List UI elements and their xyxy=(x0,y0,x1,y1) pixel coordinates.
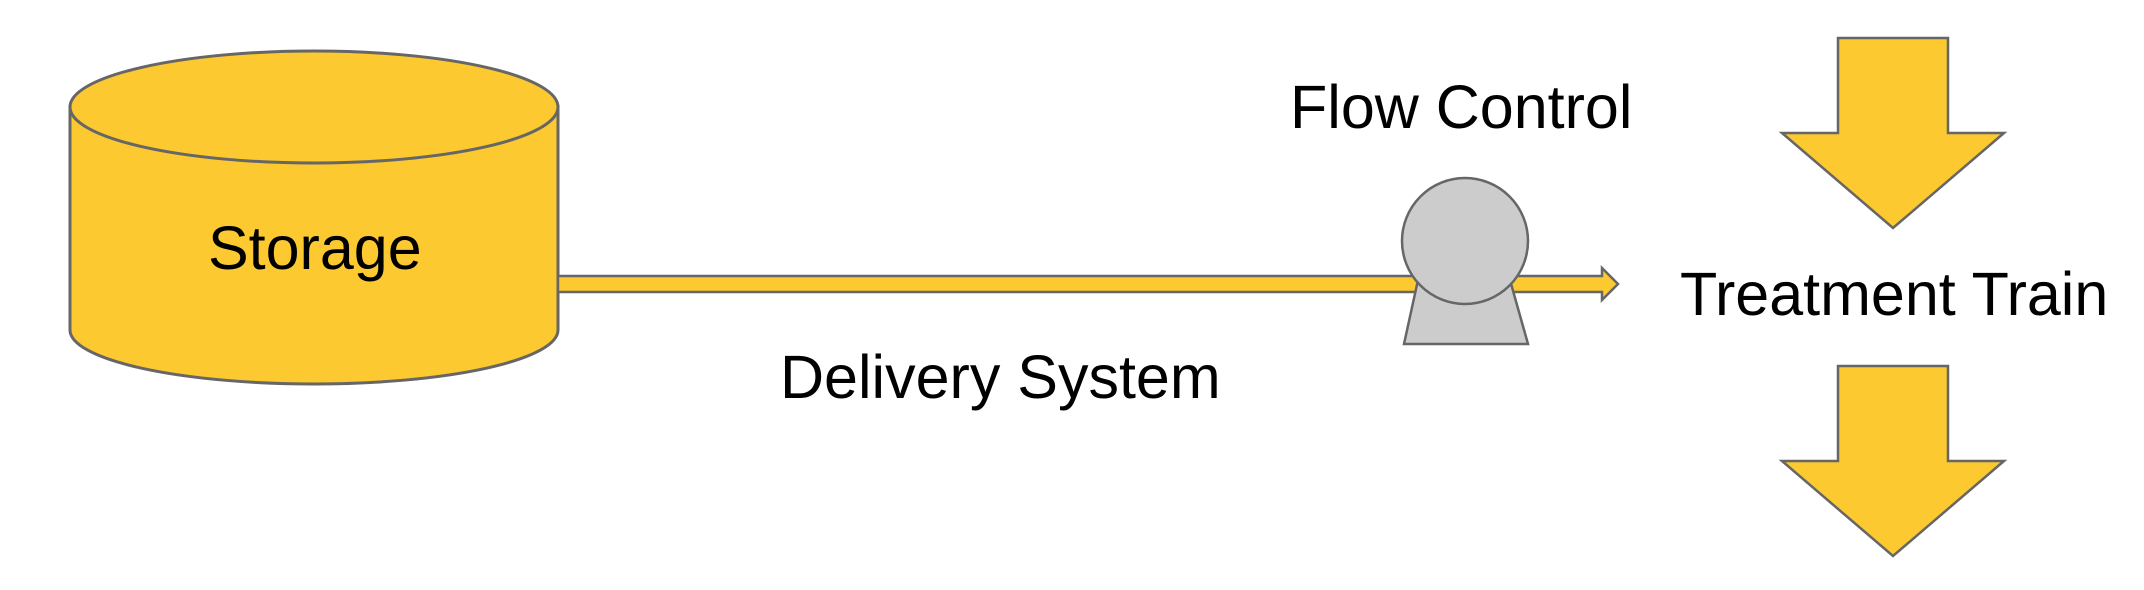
treatment-bottom-down-arrow xyxy=(1778,364,2008,558)
treatment-top-down-arrow xyxy=(1778,36,2008,230)
storage-label: Storage xyxy=(208,214,422,282)
pump-icon xyxy=(1400,176,1530,346)
treatment-train-label: Treatment Train xyxy=(1680,260,2109,328)
flow-control-label: Flow Control xyxy=(1290,73,1633,141)
storage-cylinder-top xyxy=(68,49,560,165)
pump-head xyxy=(1400,176,1530,306)
delivery-system-label: Delivery System xyxy=(780,343,1221,411)
